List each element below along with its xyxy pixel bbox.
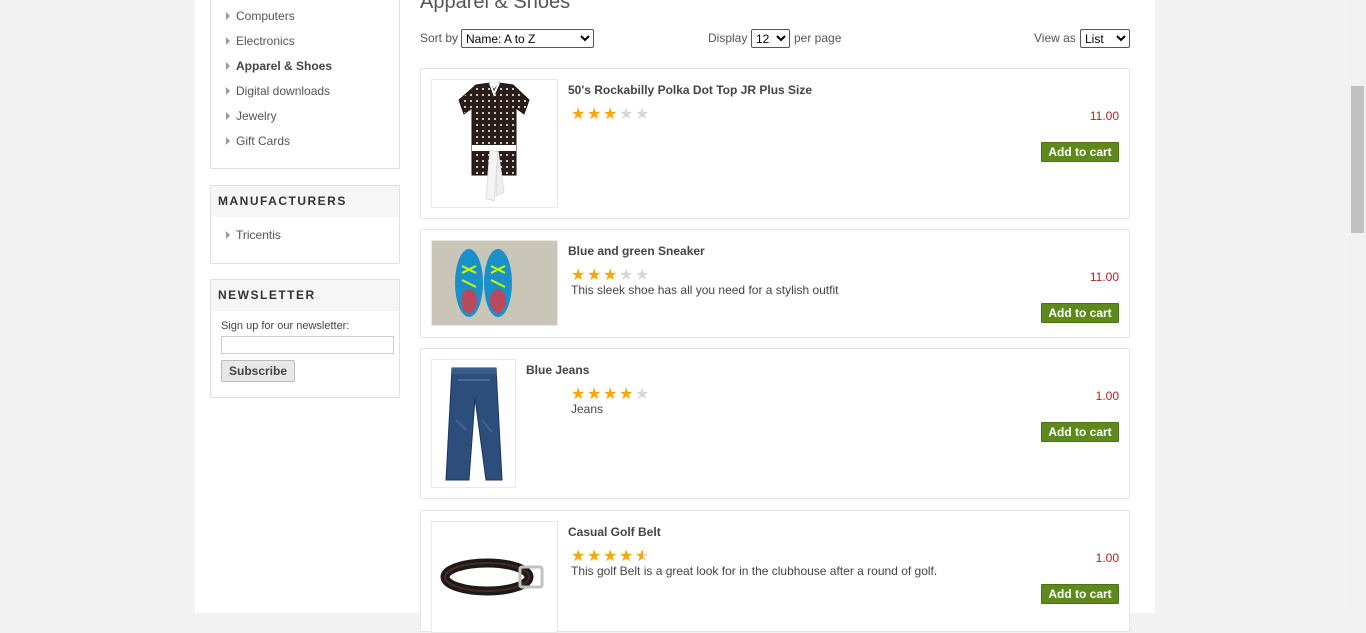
sort-select[interactable]: Name: A to Z	[461, 29, 594, 48]
category-item-gift-cards[interactable]: Gift Cards	[211, 129, 399, 154]
jeans-image	[445, 367, 503, 481]
add-to-cart-button[interactable]: Add to cart	[1041, 584, 1119, 604]
page-size-select[interactable]: 12	[751, 29, 790, 48]
product-item: Blue Jeans ★ ★ ★ ★ ★ Jeans 1.00 Add to cart	[420, 348, 1130, 499]
category-item-jewelry[interactable]: Jewelry	[211, 104, 399, 129]
newsletter-block: NEWSLETTER Sign up for our newsletter: S…	[210, 279, 400, 398]
product-description: This sleek shoe has all you need for a s…	[571, 283, 839, 297]
category-label[interactable]: Gift Cards	[236, 134, 290, 148]
display-label: Display	[708, 31, 748, 45]
product-image-belt[interactable]	[431, 521, 558, 633]
add-to-cart-button[interactable]: Add to cart	[1041, 422, 1119, 442]
manufacturer-item-tricentis[interactable]: Tricentis	[211, 223, 399, 248]
product-price: 1.00	[1095, 389, 1119, 403]
star-icon: ★	[587, 267, 602, 284]
star-icon: ★	[619, 548, 634, 565]
page-title: Apparel & Shoes	[420, 0, 571, 13]
manufacturers-block: MANUFACTURERS Tricentis	[210, 185, 400, 264]
product-item: Casual Golf Belt ★★★★★ This golf Belt is…	[420, 510, 1130, 633]
category-item-apparel-shoes[interactable]: Apparel & Shoes	[211, 54, 399, 79]
product-description: Jeans	[571, 402, 604, 416]
product-title[interactable]: Blue and green Sneaker	[568, 244, 705, 258]
category-label[interactable]: Digital downloads	[236, 84, 330, 98]
arrow-right-icon	[226, 231, 230, 239]
product-rating: ★★★★★	[571, 548, 651, 566]
product-image-jeans[interactable]	[431, 359, 516, 488]
categories-block: Computers Electronics Apparel & Shoes Di…	[210, 0, 400, 169]
page-container: Computers Electronics Apparel & Shoes Di…	[195, 0, 1155, 633]
arrow-right-icon	[226, 87, 230, 95]
view-as-label: View as	[1034, 31, 1076, 45]
product-description: This golf Belt is a great look for in th…	[571, 564, 938, 578]
star-icon: ★	[619, 386, 634, 403]
star-icon: ★	[571, 548, 586, 565]
category-list: Computers Electronics Apparel & Shoes Di…	[211, 4, 399, 154]
star-icon: ★	[587, 386, 602, 403]
newsletter-title: NEWSLETTER	[211, 280, 399, 311]
star-icon: ★	[571, 386, 586, 403]
category-label[interactable]: Electronics	[236, 34, 295, 48]
star-empty-icon: ★	[635, 106, 650, 123]
product-rating: ★★★★★	[571, 267, 651, 284]
category-label[interactable]: Apparel & Shoes	[236, 59, 332, 73]
star-icon: ★	[571, 267, 586, 284]
star-icon: ★	[603, 386, 618, 403]
per-page-label: per page	[794, 31, 842, 45]
newsletter-email-input[interactable]	[221, 336, 394, 354]
category-label[interactable]: Computers	[236, 9, 295, 23]
product-price: 11.00	[1089, 109, 1119, 123]
product-selectors: Sort by Name: A to Z Display 12 per page…	[420, 28, 1130, 50]
star-empty-icon: ★	[635, 386, 650, 403]
star-icon: ★	[603, 548, 618, 565]
view-mode-select[interactable]: List	[1080, 29, 1130, 48]
arrow-right-icon	[226, 112, 230, 120]
star-icon: ★	[603, 106, 618, 123]
arrow-right-icon	[226, 62, 230, 70]
scrollbar-thumb[interactable]	[1351, 86, 1364, 233]
product-price: 11.00	[1089, 270, 1119, 284]
star-half-icon: ★	[635, 549, 651, 566]
product-title[interactable]: 50's Rockabilly Polka Dot Top JR Plus Si…	[568, 83, 812, 97]
product-rating: ★★★★★	[571, 386, 651, 403]
manufacturer-label[interactable]: Tricentis	[236, 228, 281, 242]
product-title[interactable]: Blue Jeans	[526, 363, 589, 377]
product-item: Blue and green Sneaker ★ ★ ★ ★ ★ This sleek …	[420, 229, 1130, 338]
star-empty-icon: ★	[635, 267, 650, 284]
category-label[interactable]: Jewelry	[236, 109, 277, 123]
product-image-polka-dot-top[interactable]	[431, 79, 558, 208]
newsletter-label: Sign up for our newsletter:	[221, 320, 350, 332]
manufacturer-list: Tricentis	[211, 223, 399, 248]
sneaker-image	[432, 241, 557, 325]
star-icon: ★	[587, 548, 602, 565]
category-item-computers[interactable]: Computers	[211, 4, 399, 29]
star-icon: ★	[571, 106, 586, 123]
star-icon: ★	[603, 267, 618, 284]
product-item: 50's Rockabilly Polka Dot Top JR Plus Si…	[420, 68, 1130, 219]
category-item-electronics[interactable]: Electronics	[211, 29, 399, 54]
arrow-right-icon	[226, 37, 230, 45]
product-image-sneaker[interactable]	[431, 240, 558, 326]
subscribe-button[interactable]: Subscribe	[221, 360, 295, 382]
star-empty-icon: ★	[619, 267, 634, 284]
add-to-cart-button[interactable]: Add to cart	[1041, 303, 1119, 323]
belt-image	[440, 558, 544, 596]
category-item-digital-downloads[interactable]: Digital downloads	[211, 79, 399, 104]
sort-label: Sort by	[420, 31, 459, 45]
arrow-right-icon	[226, 137, 230, 145]
polka-dot-top-image	[458, 82, 530, 202]
product-rating: ★★★★★	[571, 106, 651, 123]
add-to-cart-button[interactable]: Add to cart	[1041, 142, 1119, 162]
star-empty-icon: ★	[619, 106, 634, 123]
product-price: 1.00	[1095, 551, 1119, 565]
star-icon: ★	[587, 106, 602, 123]
manufacturers-title: MANUFACTURERS	[211, 186, 399, 217]
arrow-right-icon	[226, 12, 230, 20]
product-title[interactable]: Casual Golf Belt	[568, 525, 661, 539]
page-scrollbar[interactable]	[1349, 0, 1366, 613]
